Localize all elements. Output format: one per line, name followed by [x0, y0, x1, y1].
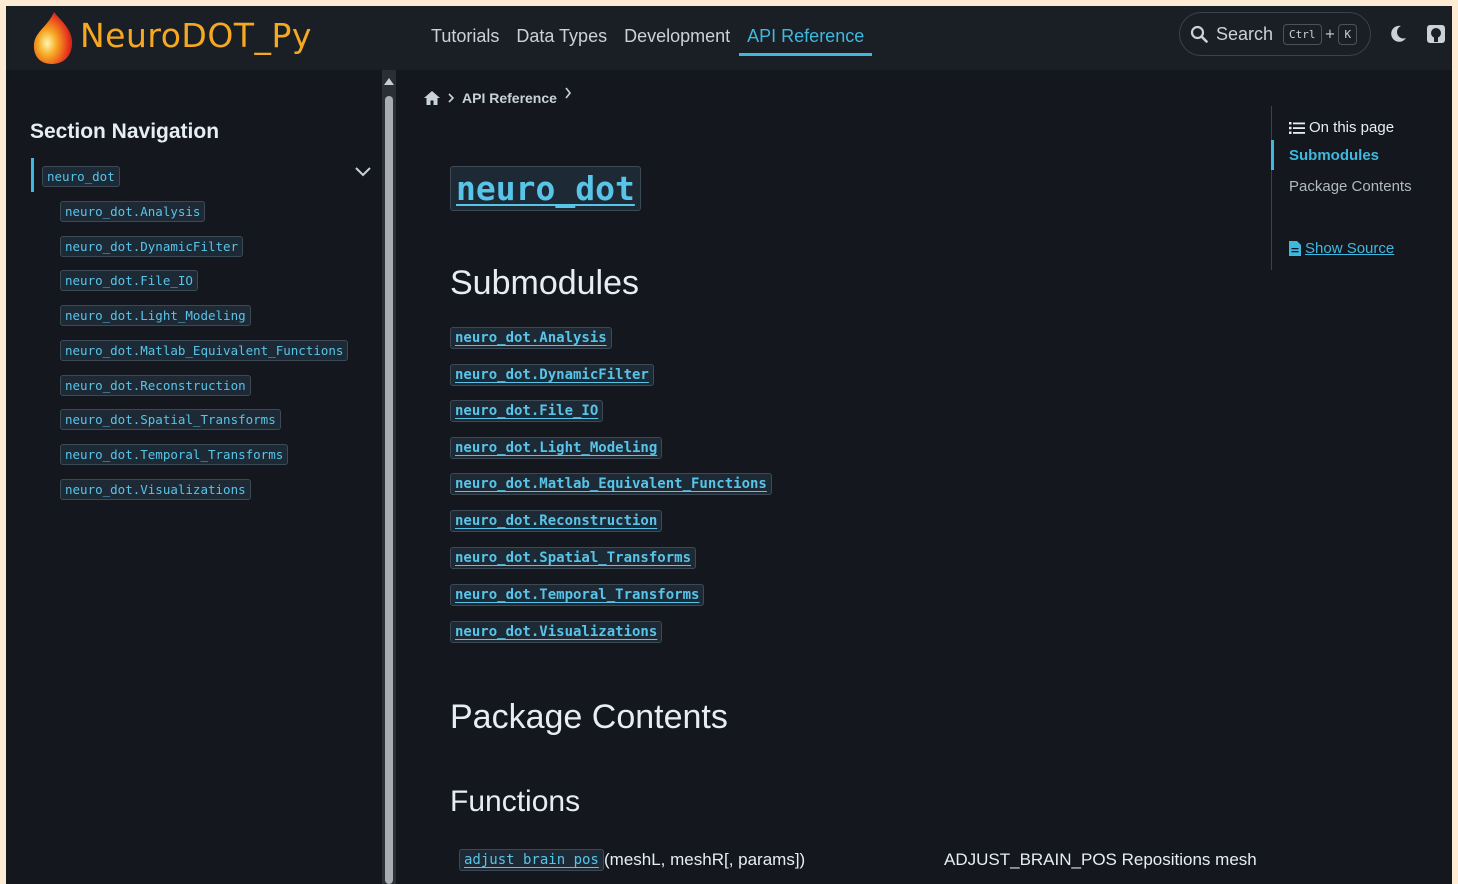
sidebar-item-matlab-equivalent[interactable]: neuro_dot.Matlab_Equivalent_Functions	[60, 340, 349, 361]
chevron-down-icon[interactable]	[354, 166, 372, 178]
sidebar-item-file-io[interactable]: neuro_dot.File_IO	[60, 270, 198, 291]
breadcrumb-current: API Reference	[462, 90, 557, 106]
search-button[interactable]: Search Ctrl + K	[1179, 12, 1371, 56]
toc-title-text: On this page	[1309, 119, 1395, 136]
sidebar-item-spatial-transforms[interactable]: neuro_dot.Spatial_Transforms	[60, 409, 281, 430]
toc-divider	[1271, 106, 1272, 270]
sidebar-item-visualizations[interactable]: neuro_dot.Visualizations	[60, 479, 251, 500]
toc-link-submodules[interactable]: Submodules	[1289, 147, 1379, 164]
show-source-text: Show Source	[1305, 240, 1395, 257]
toc-active-indicator	[1271, 140, 1274, 170]
breadcrumb: API Reference	[424, 87, 573, 106]
function-description: ADJUST_BRAIN_POS Repositions mesh	[944, 850, 1257, 869]
submodule-link-visualizations[interactable]: neuro_dot.Visualizations	[450, 621, 663, 643]
function-link-adjust-brain-pos[interactable]: adjust_brain_pos	[459, 849, 604, 871]
sidebar-item-dynamicfilter[interactable]: neuro_dot.DynamicFilter	[60, 236, 244, 257]
app-window: NeuroDOT_Py Tutorials Data Types Develop…	[6, 6, 1452, 884]
sidebar-item-light-modeling[interactable]: neuro_dot.Light_Modeling	[60, 305, 251, 326]
list-icon	[1289, 121, 1305, 134]
scroll-thumb[interactable]	[385, 96, 393, 884]
nav-api-reference[interactable]: API Reference	[739, 6, 873, 70]
neurodot-logo-icon[interactable]	[30, 10, 78, 66]
submodule-link-light-modeling[interactable]: neuro_dot.Light_Modeling	[450, 437, 663, 459]
submodule-link-file-io[interactable]: neuro_dot.File_IO	[450, 400, 604, 422]
sidebar: Section Navigation neuro_dot neuro_dot.A…	[6, 70, 382, 884]
functions-heading: Functions	[450, 785, 581, 818]
breadcrumb-chevron-icon	[448, 93, 455, 103]
search-icon	[1190, 25, 1208, 43]
submodule-link-spatial-transforms[interactable]: neuro_dot.Spatial_Transforms	[450, 547, 697, 569]
sidebar-scrollbar[interactable]	[382, 70, 396, 884]
sidebar-active-indicator	[31, 158, 34, 192]
nav-data-types[interactable]: Data Types	[508, 6, 615, 70]
breadcrumb-chevron-right-icon	[565, 87, 571, 99]
submodule-link-temporal-transforms[interactable]: neuro_dot.Temporal_Transforms	[450, 584, 705, 606]
sidebar-item-reconstruction[interactable]: neuro_dot.Reconstruction	[60, 375, 251, 396]
section-navigation-title: Section Navigation	[30, 120, 220, 143]
submodule-link-reconstruction[interactable]: neuro_dot.Reconstruction	[450, 510, 663, 532]
kbd-ctrl: Ctrl	[1283, 23, 1322, 45]
submodules-heading: Submodules	[450, 264, 640, 302]
sidebar-item-analysis[interactable]: neuro_dot.Analysis	[60, 201, 206, 222]
search-label: Search	[1216, 23, 1274, 44]
show-source-link[interactable]: Show Source	[1289, 240, 1394, 257]
scroll-up-arrow-icon[interactable]	[384, 78, 394, 85]
sidebar-item-neuro-dot[interactable]: neuro_dot	[42, 166, 120, 187]
brand-title[interactable]: NeuroDOT_Py	[80, 16, 312, 55]
submodule-link-dynamicfilter[interactable]: neuro_dot.DynamicFilter	[450, 364, 654, 386]
submodule-link-matlab-equivalent[interactable]: neuro_dot.Matlab_Equivalent_Functions	[450, 473, 772, 495]
kbd-plus: +	[1324, 26, 1336, 42]
toc-title: On this page	[1289, 119, 1394, 136]
github-icon[interactable]	[1426, 24, 1446, 44]
top-header: NeuroDOT_Py Tutorials Data Types Develop…	[6, 6, 1452, 70]
moon-icon[interactable]	[1388, 24, 1408, 44]
toc-link-package-contents[interactable]: Package Contents	[1289, 178, 1412, 195]
file-icon	[1289, 241, 1301, 256]
nav-development[interactable]: Development	[616, 6, 738, 70]
home-icon[interactable]	[424, 91, 440, 105]
package-contents-heading: Package Contents	[450, 698, 728, 736]
kbd-k: K	[1338, 23, 1358, 45]
top-nav: Tutorials Data Types Development API Ref…	[423, 6, 873, 70]
submodule-link-analysis[interactable]: neuro_dot.Analysis	[450, 327, 612, 349]
function-signature: (meshL, meshR[, params])	[604, 850, 806, 869]
sidebar-item-temporal-transforms[interactable]: neuro_dot.Temporal_Transforms	[60, 444, 289, 465]
nav-tutorials[interactable]: Tutorials	[423, 6, 507, 70]
page-title[interactable]: neuro_dot	[450, 166, 641, 211]
